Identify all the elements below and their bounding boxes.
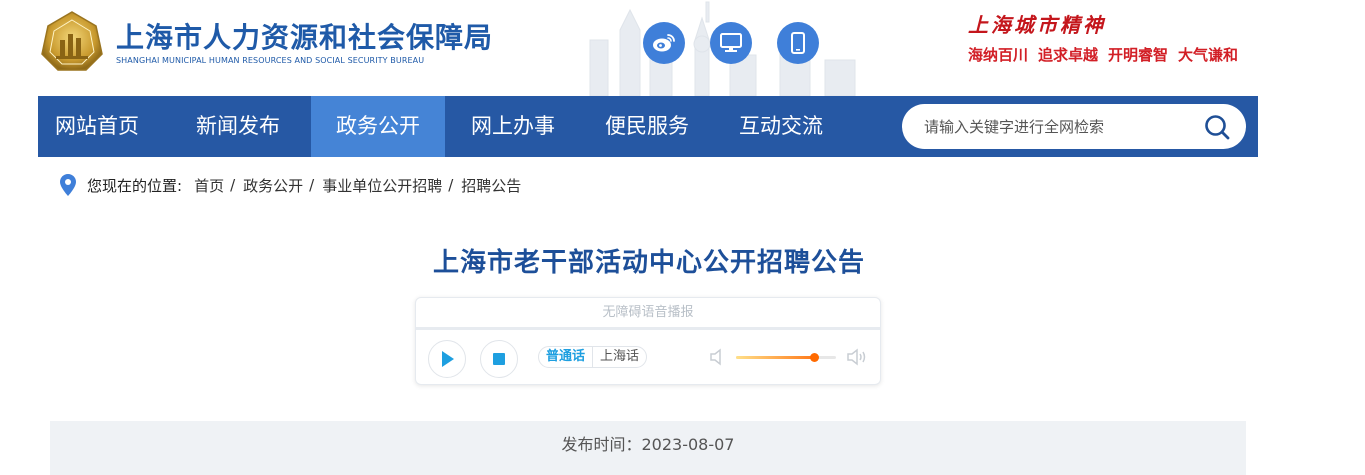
spirit-item: 大气谦和	[1178, 46, 1239, 64]
article-title: 上海市老干部活动中心公开招聘公告	[432, 248, 865, 278]
volume-slider[interactable]	[736, 353, 836, 362]
volume-slider-fill	[736, 356, 814, 359]
main-nav: 网站首页 新闻发布 政务公开 网上办事 便民服务 互动交流	[38, 96, 1258, 157]
site-header: 上海市人力资源和社会保障局 SHANGHAI MUNICIPAL HUMAN R…	[0, 0, 1365, 96]
mobile-icon	[791, 32, 805, 54]
spirit-item: 海纳百川	[968, 46, 1029, 64]
bureau-logo-icon[interactable]	[38, 10, 106, 74]
nav-item-online-services[interactable]: 网上办事	[446, 96, 580, 157]
stop-button[interactable]	[480, 340, 518, 378]
language-option-shanghainese[interactable]: 上海话	[593, 347, 646, 367]
city-spirit-items: 海纳百川 追求卓越 开明睿智 大气谦和	[968, 44, 1238, 65]
audio-player-header: 无障碍语音播报	[602, 305, 694, 320]
breadcrumb-item[interactable]: 事业单位公开招聘	[322, 175, 442, 196]
desktop-version-button[interactable]	[710, 22, 752, 64]
breadcrumb-separator: /	[230, 176, 236, 194]
publish-info-bar: 发布时间：2023-08-07	[50, 421, 1246, 475]
search-icon[interactable]	[1204, 114, 1230, 140]
nav-item-news[interactable]: 新闻发布	[179, 96, 297, 157]
audio-player: 无障碍语音播报 普通话 上海话	[415, 297, 881, 385]
city-spirit-title: 上海城市精神	[968, 13, 1106, 37]
stop-icon	[493, 353, 505, 365]
volume-up-icon[interactable]	[846, 348, 868, 366]
nav-item-convenience-services[interactable]: 便民服务	[580, 96, 714, 157]
nav-item-interaction[interactable]: 互动交流	[714, 96, 848, 157]
location-pin-icon	[60, 174, 76, 196]
weibo-button[interactable]	[643, 22, 685, 64]
volume-slider-handle[interactable]	[810, 353, 819, 362]
site-subtitle: SHANGHAI MUNICIPAL HUMAN RESOURCES AND S…	[116, 56, 425, 65]
volume-down-icon[interactable]	[708, 348, 730, 366]
breadcrumb-label: 您现在的位置:	[87, 176, 183, 195]
language-option-mandarin[interactable]: 普通话	[539, 347, 594, 367]
breadcrumb-separator: /	[309, 176, 315, 194]
site-title: 上海市人力资源和社会保障局	[116, 21, 494, 54]
search-box	[902, 104, 1246, 149]
desktop-icon	[720, 33, 742, 52]
breadcrumb-separator: /	[448, 176, 454, 194]
breadcrumb-item[interactable]: 首页	[194, 175, 224, 196]
spirit-item: 追求卓越	[1038, 46, 1099, 64]
spirit-item: 开明睿智	[1108, 46, 1169, 64]
breadcrumb-item[interactable]: 政务公开	[243, 175, 303, 196]
publish-date: 发布时间：2023-08-07	[561, 435, 735, 454]
weibo-icon	[653, 34, 675, 52]
breadcrumb-item[interactable]: 招聘公告	[461, 175, 521, 196]
mobile-version-button[interactable]	[777, 22, 819, 64]
nav-item-home[interactable]: 网站首页	[38, 96, 156, 157]
language-switch: 普通话 上海话	[538, 346, 648, 368]
audio-progress-bar[interactable]	[416, 327, 880, 330]
play-icon	[442, 351, 454, 367]
nav-item-government-affairs[interactable]: 政务公开	[311, 96, 445, 157]
breadcrumb: 您现在的位置: 首页 / 政务公开 / 事业单位公开招聘 / 招聘公告	[60, 174, 521, 196]
play-button[interactable]	[428, 340, 466, 378]
search-input[interactable]	[924, 104, 1194, 149]
